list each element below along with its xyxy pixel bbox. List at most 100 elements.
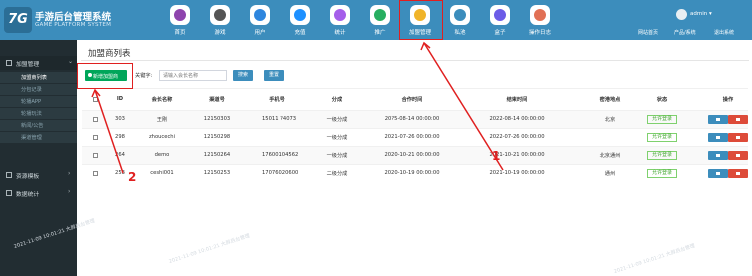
cell-id: 264 bbox=[115, 152, 125, 158]
trash-icon bbox=[736, 136, 740, 139]
promo-icon bbox=[370, 5, 390, 25]
delete-button[interactable] bbox=[728, 115, 748, 124]
sidebar-group-label: 资源模板 bbox=[16, 174, 40, 180]
nav-games[interactable]: 游戏 bbox=[200, 0, 240, 40]
nav-stats[interactable]: 统计 bbox=[320, 0, 360, 40]
edit-icon bbox=[716, 154, 720, 157]
cell-share: 二级分成 bbox=[326, 171, 348, 177]
column-header: 渠道号 bbox=[209, 97, 225, 103]
row-checkbox[interactable] bbox=[93, 171, 98, 176]
sidebar-item-channels[interactable]: 渠道管理 bbox=[0, 132, 77, 143]
delete-button[interactable] bbox=[728, 169, 748, 178]
table-row: 253 ceshi001 12150253 17076020600 二级分成 2… bbox=[82, 164, 748, 182]
cell-phone: 15011 ?4073 bbox=[262, 116, 297, 122]
gamepad-icon bbox=[210, 5, 230, 25]
divider bbox=[81, 60, 749, 61]
keyword-input[interactable] bbox=[159, 70, 227, 81]
delete-button[interactable] bbox=[728, 133, 748, 142]
cell-start-time: 2021-07-26 00:00:00 bbox=[384, 134, 440, 140]
nav-logs[interactable]: 操作日志 bbox=[520, 0, 560, 40]
reset-button[interactable]: 重置 bbox=[264, 70, 284, 81]
cell-id: 303 bbox=[115, 116, 125, 122]
row-checkbox[interactable] bbox=[93, 117, 98, 122]
edit-icon bbox=[716, 172, 720, 175]
column-header: 结束时间 bbox=[506, 97, 528, 103]
divider bbox=[82, 88, 748, 89]
cell-end-time: 2022-08-14 00:00:00 bbox=[489, 116, 545, 122]
cell-channel: 12150298 bbox=[203, 134, 231, 140]
top-link-site-home[interactable]: 网站首页 bbox=[638, 29, 658, 36]
nav-box[interactable]: 盒子 bbox=[480, 0, 520, 40]
chevron-down-icon: ⌄ bbox=[68, 58, 74, 65]
home-icon bbox=[170, 5, 190, 25]
nav-label: 游戏 bbox=[214, 30, 226, 36]
row-checkbox[interactable] bbox=[93, 135, 98, 140]
sidebar-group-resources[interactable]: 资源模板 › bbox=[0, 168, 77, 182]
keyword-label: 关键字: bbox=[135, 73, 153, 79]
nav-recharge[interactable]: 充值 bbox=[280, 0, 320, 40]
edit-button[interactable] bbox=[708, 115, 728, 124]
edit-icon bbox=[716, 118, 720, 121]
search-button[interactable]: 搜索 bbox=[233, 70, 253, 81]
nav-home[interactable]: 首页 bbox=[160, 0, 200, 40]
cell-start-time: 20?5-08-14 00:00:00 bbox=[384, 116, 440, 122]
avatar[interactable] bbox=[676, 9, 687, 20]
column-header: 合作时间 bbox=[401, 97, 423, 103]
column-header: 状态 bbox=[656, 97, 668, 103]
top-links: 网站首页 产品/系统 退出系统 bbox=[638, 29, 750, 37]
cell-channel: 12150264 bbox=[203, 152, 231, 158]
status-badge: 允许登录 bbox=[647, 151, 677, 160]
cell-name: demo bbox=[154, 152, 170, 158]
column-header: ID bbox=[116, 96, 124, 102]
trash-icon bbox=[736, 118, 740, 121]
sidebar-item-franchise-list[interactable]: 加盟商列表 bbox=[0, 72, 77, 83]
user-menu[interactable]: admin ▾ bbox=[690, 11, 712, 17]
edit-button[interactable] bbox=[708, 169, 728, 178]
pool-icon bbox=[450, 5, 470, 25]
trash-icon bbox=[736, 154, 740, 157]
logo: 7G bbox=[4, 7, 32, 33]
cell-id: 298 bbox=[115, 134, 125, 140]
column-header: 分成 bbox=[331, 97, 343, 103]
column-header: 密港地点 bbox=[599, 97, 621, 103]
edit-button[interactable] bbox=[708, 133, 728, 142]
cell-start-time: 2020-10-19 00:00:00 bbox=[384, 170, 440, 176]
nav-pool[interactable]: 私池 bbox=[440, 0, 480, 40]
nav-label: 盒子 bbox=[494, 30, 506, 36]
nav-users[interactable]: 用户 bbox=[240, 0, 280, 40]
edit-button[interactable] bbox=[708, 151, 728, 160]
nav-label: 推广 bbox=[374, 30, 386, 36]
delete-button[interactable] bbox=[728, 151, 748, 160]
nav-label: 用户 bbox=[254, 30, 266, 36]
status-badge: 允许登录 bbox=[647, 169, 677, 178]
stats-icon bbox=[330, 5, 350, 25]
edit-icon bbox=[716, 136, 720, 139]
chevron-right-icon: › bbox=[68, 170, 71, 177]
sidebar-group-label: 加盟管理 bbox=[16, 62, 40, 68]
nav-label: 操作日志 bbox=[528, 30, 551, 36]
watermark: 2021-11-09 10:01:21 大屏后台管理 bbox=[613, 243, 696, 275]
sidebar-group-franchise[interactable]: 加盟管理 ⌄ bbox=[0, 56, 77, 70]
sidebar-item-carousel-play[interactable]: 轮播玩法 bbox=[0, 108, 77, 119]
cell-place: 北京 bbox=[604, 117, 616, 123]
cell-channel: 12150253 bbox=[203, 170, 231, 176]
trash-icon bbox=[736, 172, 740, 175]
top-link-products[interactable]: 产品/系统 bbox=[674, 29, 696, 36]
top-link-logout[interactable]: 退出系统 bbox=[714, 29, 734, 36]
column-header: 操作 bbox=[722, 97, 734, 103]
cell-share: 一级分成 bbox=[326, 117, 348, 123]
sidebar-group-stats[interactable]: 数据统计 › bbox=[0, 186, 77, 200]
select-all-checkbox[interactable] bbox=[93, 97, 98, 102]
log-icon bbox=[530, 5, 550, 25]
cell-name: ceshi001 bbox=[150, 170, 174, 176]
sidebar-item-package-records[interactable]: 分包记录 bbox=[0, 84, 77, 95]
cell-channel: 12150303 bbox=[203, 116, 231, 122]
sidebar-item-carousel-app[interactable]: 轮播APP bbox=[0, 96, 77, 107]
column-header: 手机号 bbox=[269, 97, 285, 103]
chart-icon bbox=[6, 190, 12, 196]
box-icon bbox=[490, 5, 510, 25]
app-title: 手游后台管理系统 bbox=[35, 12, 112, 23]
row-checkbox[interactable] bbox=[93, 153, 98, 158]
nav-promo[interactable]: 推广 bbox=[360, 0, 400, 40]
sidebar-item-news[interactable]: 新闻/公告 bbox=[0, 120, 77, 131]
